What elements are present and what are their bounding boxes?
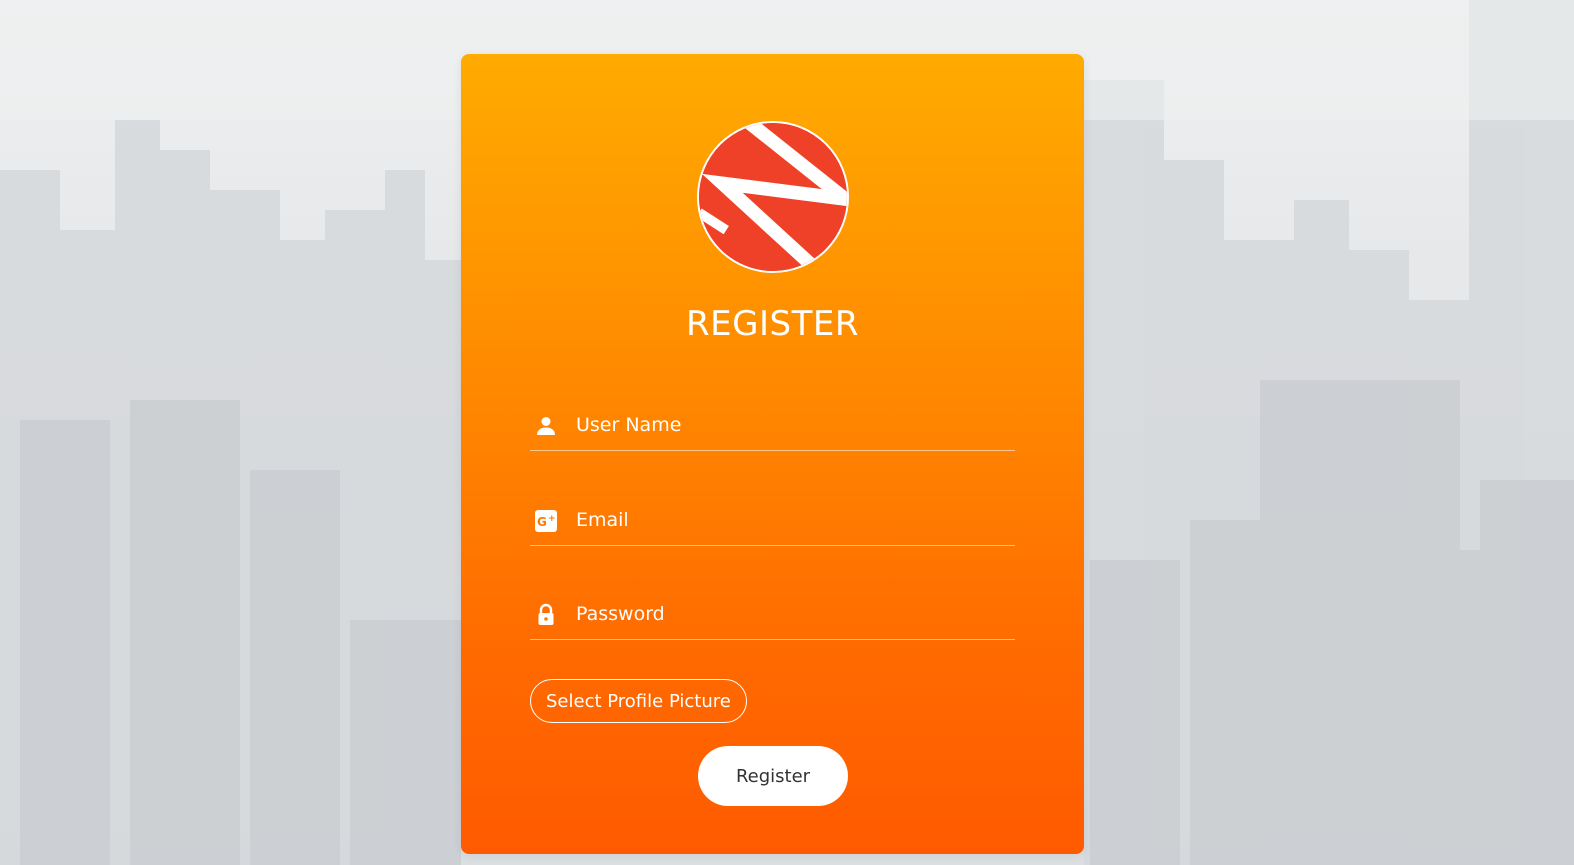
register-card: REGISTER G + Select	[461, 54, 1084, 854]
password-field	[530, 595, 1015, 640]
svg-text:G: G	[537, 515, 547, 529]
email-input[interactable]	[576, 503, 1006, 537]
select-profile-picture-button[interactable]: Select Profile Picture	[530, 679, 747, 723]
user-icon	[534, 414, 558, 438]
register-button[interactable]: Register	[698, 746, 848, 806]
username-input[interactable]	[576, 408, 1006, 442]
google-plus-icon: G +	[534, 509, 558, 533]
email-field: G +	[530, 501, 1015, 546]
password-input[interactable]	[576, 597, 1006, 631]
page-title: REGISTER	[686, 304, 859, 344]
zigzag-logo-icon	[699, 123, 847, 271]
username-field	[530, 406, 1015, 451]
lock-icon	[534, 603, 558, 627]
brand-logo	[697, 121, 849, 273]
svg-text:+: +	[548, 514, 556, 524]
